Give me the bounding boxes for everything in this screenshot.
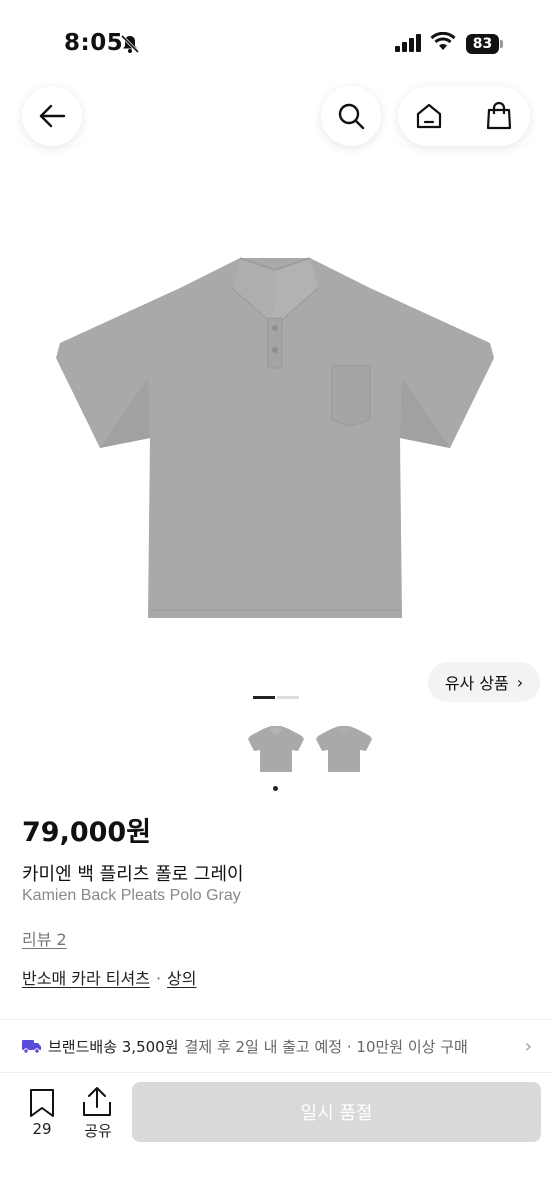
shopping-bag-icon [486, 101, 512, 130]
wifi-icon [430, 32, 456, 50]
bookmark-icon[interactable] [24, 1088, 60, 1118]
home-icon [416, 103, 442, 129]
thumbnail-1[interactable] [246, 722, 306, 776]
shipping-detail: 결제 후 2일 내 출고 예정 · 10만원 이상 구매 [184, 1037, 468, 1056]
bookmark-count: 29 [32, 1120, 52, 1138]
share-label[interactable]: 공유 [76, 1120, 120, 1141]
signal-icon [395, 34, 421, 52]
thumbnail-2[interactable] [314, 722, 374, 776]
battery-icon: 83 [466, 34, 504, 54]
shipping-info-row[interactable]: 브랜드배송 3,500원 결제 후 2일 내 출고 예정 · 10만원 이상 구… [0, 1020, 552, 1072]
product-name-english: Kamien Back Pleats Polo Gray [22, 887, 241, 904]
home-button[interactable] [398, 86, 460, 146]
image-pager [253, 696, 299, 699]
truck-icon [22, 1040, 41, 1054]
similar-products-button[interactable]: 유사 상품 › [428, 662, 540, 702]
shipping-brand: 브랜드배송 3,500원 [48, 1037, 179, 1056]
share-icon[interactable] [80, 1086, 114, 1118]
cart-button[interactable] [468, 86, 530, 146]
battery-level: 83 [466, 34, 499, 54]
chevron-right-icon: › [518, 1036, 532, 1057]
pager-segment [277, 696, 299, 699]
product-price: 79,000원 [22, 817, 152, 848]
back-button[interactable] [22, 86, 82, 146]
similar-products-label: 유사 상품 [444, 674, 509, 693]
category-link-short-sleeve-collar[interactable]: 반소매 카라 티셔츠 [22, 969, 150, 988]
product-name-korean: 카미엔 백 플리츠 폴로 그레이 [22, 864, 244, 885]
battery-cap [500, 40, 503, 48]
product-image[interactable] [50, 248, 500, 623]
arrow-left-icon [39, 104, 66, 128]
category-breadcrumb: 반소매 카라 티셔츠 · 상의 [22, 965, 196, 989]
search-icon [338, 103, 365, 130]
category-link-tops[interactable]: 상의 [167, 969, 196, 988]
thumbnail-selected-dot [273, 786, 278, 791]
category-separator: · [155, 969, 162, 988]
chevron-right-icon: › [516, 672, 524, 692]
status-time: 8:05 [64, 30, 124, 56]
review-link[interactable]: 리뷰 2 [22, 926, 67, 950]
soldout-button[interactable]: 일시 품절 [132, 1082, 541, 1142]
search-button[interactable] [321, 86, 381, 146]
status-bar: 8:05 83 [0, 0, 552, 80]
pager-segment-active [253, 696, 275, 699]
bell-muted-icon [120, 34, 140, 54]
